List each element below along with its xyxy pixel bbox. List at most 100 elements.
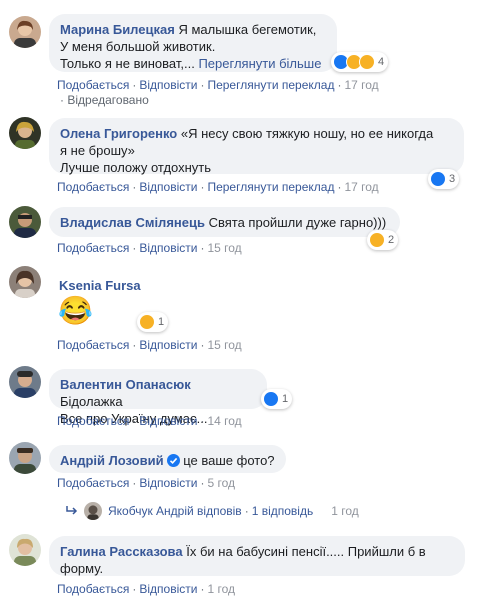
comment-actions: Подобається · Відповісти · Переглянути перек… <box>57 77 379 93</box>
like-link[interactable]: Подобається <box>57 476 129 490</box>
comment-actions: Подобається · Відповісти · 15 год <box>57 240 242 256</box>
haha-reaction-icon <box>369 232 385 248</box>
comment-time[interactable]: 15 год <box>207 338 241 352</box>
avatar[interactable] <box>9 366 41 398</box>
reactions-count: 4 <box>378 56 385 68</box>
reactions-badge[interactable]: 1 <box>137 312 169 332</box>
comment-author[interactable]: Андрій Лозовий <box>60 453 164 468</box>
separator: · <box>200 476 205 490</box>
comment-author[interactable]: Галина Рассказова <box>60 544 183 559</box>
sad-reaction-icon <box>139 314 155 330</box>
reply-arrow-icon <box>66 502 78 520</box>
see-more-link[interactable]: Переглянути більше <box>198 56 321 71</box>
like-reaction-icon <box>430 171 446 187</box>
separator: · <box>200 180 205 194</box>
comment-author[interactable]: Валентин Опанасюк <box>60 377 191 392</box>
comment-text: Только я не виноват,... <box>60 56 195 71</box>
see-translation-link[interactable]: Переглянути переклад <box>207 180 334 194</box>
separator: · <box>132 582 137 596</box>
comment-text: Лучше положу отдохнуть <box>60 160 212 175</box>
emoji-comment: 😂 <box>58 295 93 327</box>
like-link[interactable]: Подобається <box>57 241 129 255</box>
comment-time[interactable]: 17 год <box>344 180 378 194</box>
reactions-badge[interactable]: 2 <box>367 230 399 250</box>
avatar[interactable] <box>9 266 41 298</box>
reply-avatar <box>84 502 102 520</box>
comment-text: форму. <box>60 561 104 576</box>
reply-link[interactable]: Відповісти <box>139 78 197 92</box>
separator: · <box>200 582 205 596</box>
avatar[interactable] <box>9 442 41 474</box>
reactions-badge[interactable]: 4 <box>331 52 389 72</box>
avatar[interactable] <box>9 16 41 48</box>
like-link[interactable]: Подобається <box>57 78 129 92</box>
separator: · <box>337 78 342 92</box>
avatar[interactable] <box>9 117 41 149</box>
comment-time[interactable]: 5 год <box>207 476 235 490</box>
comment-bubble: Валентин Опанасюк Бідолажка Все про Укра… <box>49 369 267 426</box>
reactions-count: 1 <box>158 316 165 328</box>
comment-text: Бідолажка <box>60 394 123 409</box>
reply-link[interactable]: Відповісти <box>139 414 197 428</box>
comment-time[interactable]: 14 год <box>207 414 241 428</box>
comment-text: я не брошу» <box>60 143 135 158</box>
separator: · <box>132 241 137 255</box>
like-link[interactable]: Подобається <box>57 180 129 194</box>
reply-link[interactable]: Відповісти <box>139 180 197 194</box>
comment-bubble: Галина Рассказова Їх би на бабусині пенс… <box>49 536 465 576</box>
separator: · <box>200 414 205 428</box>
wow-reaction-icon <box>359 54 375 70</box>
reply-link[interactable]: Відповісти <box>139 476 197 490</box>
avatar[interactable] <box>9 534 41 566</box>
like-link[interactable]: Подобається <box>57 414 129 428</box>
see-translation-link[interactable]: Переглянути переклад <box>207 78 334 92</box>
view-replies-row[interactable]: Якобчук Андрій відповів · 1 відповідь 1 … <box>66 502 359 520</box>
reply-link[interactable]: Відповісти <box>139 582 197 596</box>
edited-text: Відредаговано <box>67 93 149 107</box>
reply-link[interactable]: Відповісти <box>139 338 197 352</box>
comment-bubble: Андрій Лозовий це ваше фото? <box>49 445 286 473</box>
edited-label: · Відредаговано <box>60 92 149 108</box>
reactions-count: 1 <box>282 393 289 405</box>
reply-count[interactable]: 1 відповідь <box>252 502 314 520</box>
like-link[interactable]: Подобається <box>57 338 129 352</box>
comment-text: У меня большой животик. <box>60 39 216 54</box>
separator: · <box>200 241 205 255</box>
comment-bubble: Олена Григоренко «Я несу свою тяжкую нош… <box>49 118 464 175</box>
reply-link[interactable]: Відповісти <box>139 241 197 255</box>
comment-author[interactable]: Олена Григоренко <box>60 126 177 141</box>
comment-bubble: Марина Билецкая Я малышка бегемотик, У м… <box>49 14 337 72</box>
separator: · <box>200 338 205 352</box>
reactions-badge[interactable]: 3 <box>428 169 460 189</box>
reactions-badge[interactable]: 1 <box>261 389 293 409</box>
comment-time[interactable]: 1 год <box>207 582 235 596</box>
avatar[interactable] <box>9 206 41 238</box>
separator: · <box>244 504 249 518</box>
like-link[interactable]: Подобається <box>57 582 129 596</box>
comment-time[interactable]: 17 год <box>344 78 378 92</box>
comment-text: це ваше фото? <box>183 453 275 468</box>
verified-badge-icon <box>166 454 180 467</box>
reply-author[interactable]: Якобчук Андрій відповів <box>108 502 242 520</box>
comment-bubble: Владислав Смілянець Свята пройшли дуже г… <box>49 207 400 237</box>
comment-actions: Подобається · Відповісти · 15 год <box>57 337 242 353</box>
comment-actions: Подобається · Відповісти · 14 год <box>57 413 242 429</box>
comment-text: Їх би на бабусині пенсії..... Прийшли б … <box>186 544 426 559</box>
comment-actions: Подобається · Відповісти · Переглянути перек… <box>57 179 379 195</box>
comment-author[interactable]: Марина Билецкая <box>60 22 175 37</box>
comment-text: Я малышка бегемотик, <box>178 22 317 37</box>
separator: · <box>60 93 64 107</box>
separator: · <box>132 414 137 428</box>
like-reaction-icon <box>263 391 279 407</box>
comment-time[interactable]: 15 год <box>207 241 241 255</box>
separator: · <box>337 180 342 194</box>
separator: · <box>200 78 205 92</box>
comment-text: «Я несу свою тяжкую ношу, но ее никогда <box>180 126 434 141</box>
comment-text: Свята пройшли дуже гарно))) <box>208 215 387 230</box>
reactions-count: 2 <box>388 234 395 246</box>
comment-author[interactable]: Владислав Смілянець <box>60 215 205 230</box>
comment-author-row: Ksenia Fursa <box>59 277 141 294</box>
separator: · <box>132 338 137 352</box>
comment-author[interactable]: Ksenia Fursa <box>59 278 141 293</box>
separator: · <box>132 476 137 490</box>
